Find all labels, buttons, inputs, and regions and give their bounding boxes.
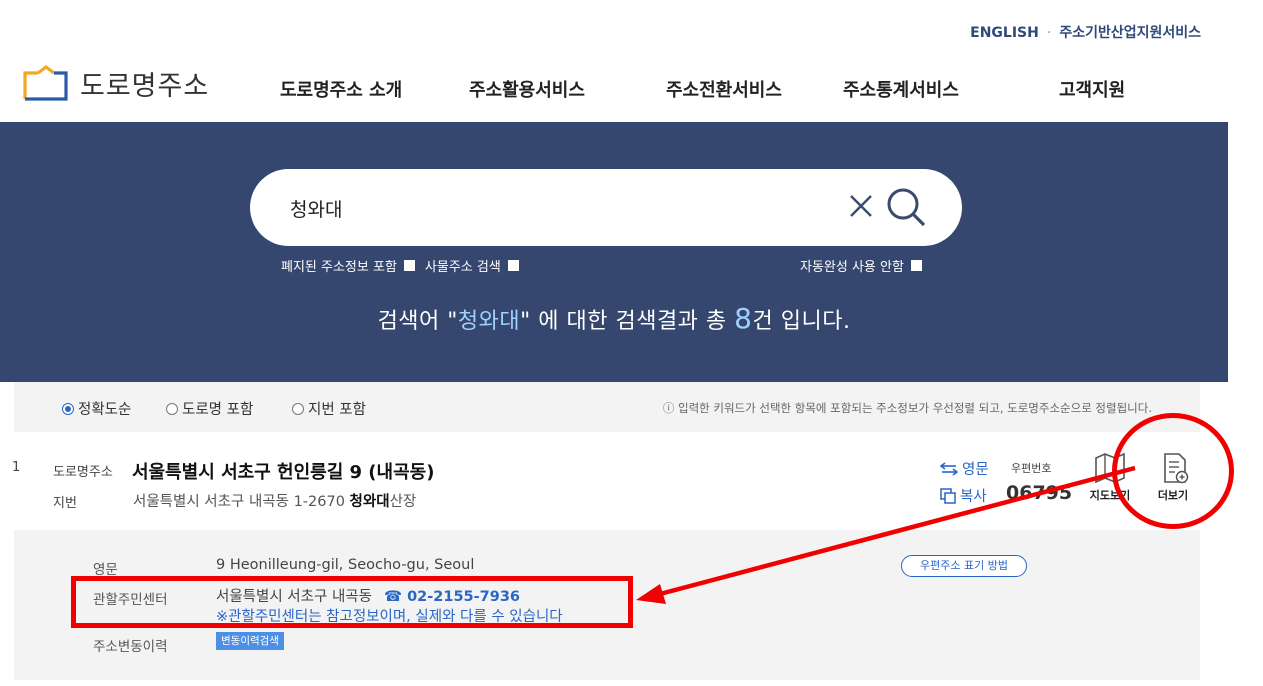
abolished-checkbox[interactable] [403,260,415,271]
sort-jibun-radio[interactable]: 지번 포함 [292,398,366,419]
abolished-option-label: 폐지된 주소정보 포함 [281,260,397,275]
object-option-label: 사물주소 검색 [424,260,501,275]
industry-support-link[interactable]: 주소기반산업지원서비스 [1059,25,1201,41]
result-count: 8 [734,302,753,335]
utility-links: ENGLISH · 주소기반산업지원서비스 [970,22,1201,42]
swap-arrows-icon [940,461,958,476]
nav-item-statistics[interactable]: 주소통계서비스 [843,76,959,102]
sort-note: ⓘ 입력한 키워드가 선택한 항목에 포함되는 주소정보가 우선정렬 되고, 도… [662,401,1152,415]
logo-text: 도로명주소 [80,71,210,102]
annotation-rectangle [71,576,633,628]
english-button[interactable]: 영문 [940,458,989,479]
autocomplete-checkbox[interactable] [910,260,922,271]
zip-label: 우편번호 [1011,462,1052,475]
jibun-address: 서울특별시 서초구 내곡동 1-2670 청와대산장 [133,494,417,510]
history-search-button[interactable]: 변동이력검색 [216,632,284,650]
search-input[interactable] [290,191,830,225]
sort-road-radio[interactable]: 도로명 포함 [166,398,253,419]
search-options-right: 자동완성 사용 안함 [800,256,932,275]
result-number: 1 [12,460,21,475]
zip-guide-button[interactable]: 우편주소 표기 방법 [901,555,1027,577]
nav-item-intro[interactable]: 도로명주소 소개 [280,76,402,102]
object-checkbox[interactable] [507,260,519,271]
search-hero: 폐지된 주소정보 포함 사물주소 검색 자동완성 사용 안함 검색어 "청와대"… [0,122,1228,382]
nav-item-services[interactable]: 주소활용서비스 [469,76,585,102]
english-address-label: 영문 [93,562,118,578]
nav-item-conversion[interactable]: 주소전환서비스 [666,76,782,102]
clear-icon[interactable] [846,191,876,221]
separator-dot: · [1046,25,1052,41]
radio-selected-icon [62,402,74,415]
radio-icon [166,402,178,415]
zip-code: 06795 [1006,482,1073,504]
copy-button[interactable]: 복사 [940,485,987,506]
result-row: 1 도로명주소 서울특별시 서초구 헌인릉길 9 (내곡동) 지번 서울특별시 … [0,432,1200,530]
road-address-label: 도로명주소 [53,465,113,480]
search-options-left: 폐지된 주소정보 포함 사물주소 검색 [281,256,529,275]
search-box [250,169,962,246]
result-count-message: 검색어 "청와대" 에 대한 검색결과 총 8건 입니다. [377,302,851,335]
search-icon[interactable] [884,185,928,229]
site-logo[interactable]: 도로명주소 [22,64,209,103]
logo-house-icon [23,64,68,101]
address-history-label: 주소변동이력 [93,639,168,655]
english-address: 9 Heonilleung-gil, Seocho-gu, Seoul [216,557,475,573]
sort-accuracy-radio[interactable]: 정확도순 [62,398,131,419]
copy-icon [940,487,956,504]
result-keyword: 청와대 [457,309,521,334]
autocomplete-option-label: 자동완성 사용 안함 [800,260,904,275]
nav-item-support[interactable]: 고객지원 [1059,76,1125,102]
road-address: 서울특별시 서초구 헌인릉길 9 (내곡동) [132,462,435,483]
annotation-circle [1112,413,1234,529]
english-link[interactable]: ENGLISH [970,25,1039,41]
radio-icon [292,402,304,415]
jibun-label: 지번 [53,496,77,511]
sort-bar: 정확도순 도로명 포함 지번 포함 ⓘ 입력한 키워드가 선택한 항목에 포함되… [14,382,1200,432]
